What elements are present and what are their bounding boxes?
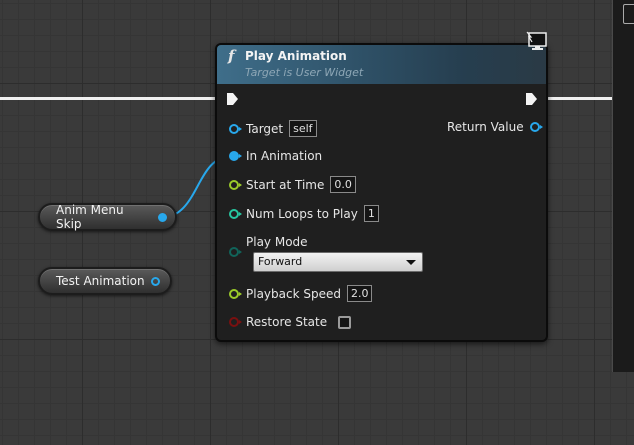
input-play-mode[interactable] xyxy=(229,247,246,257)
start-at-time-field[interactable]: 0.0 xyxy=(330,176,356,193)
playback-speed-pin-icon[interactable] xyxy=(229,288,242,299)
target-pin-icon[interactable] xyxy=(229,123,242,134)
in-animation-pin-icon[interactable] xyxy=(229,151,242,161)
details-panel-edge xyxy=(612,0,634,372)
exec-out-pin-icon[interactable] xyxy=(526,93,537,105)
target-value: self xyxy=(289,120,317,137)
input-restore-state[interactable]: Restore State xyxy=(229,315,352,329)
num-loops-label: Num Loops to Play xyxy=(246,206,358,221)
exec-in-pin-icon[interactable] xyxy=(227,93,238,105)
num-loops-field[interactable]: 1 xyxy=(363,205,379,222)
node-title: Play Animation xyxy=(245,49,347,63)
input-num-loops[interactable]: Num Loops to Play 1 xyxy=(229,205,379,222)
playback-speed-field[interactable]: 2.0 xyxy=(346,285,373,302)
return-value-label: Return Value xyxy=(447,120,524,134)
play-mode-pin-icon[interactable] xyxy=(229,247,242,257)
node-header[interactable]: f Play Animation Target is User Widget xyxy=(217,31,547,84)
variable-node-test-animation[interactable]: Test Animation xyxy=(38,267,172,295)
restore-state-checkbox[interactable] xyxy=(338,315,352,329)
input-target[interactable]: Target self xyxy=(229,120,317,137)
play-mode-label: Play Mode xyxy=(246,235,308,249)
variable-label: Anim Menu Skip xyxy=(56,203,124,231)
dropdown-caret-icon xyxy=(406,260,416,265)
return-value-pin-icon[interactable] xyxy=(529,122,543,132)
panel-icon xyxy=(623,4,634,24)
variable-label: Test Animation xyxy=(56,274,145,288)
restore-state-label: Restore State xyxy=(246,315,328,329)
input-in-animation[interactable]: In Animation xyxy=(229,149,322,163)
target-label: Target xyxy=(246,121,284,136)
function-icon: f xyxy=(228,47,235,65)
restore-state-pin-icon[interactable] xyxy=(229,317,242,327)
output-pin-icon[interactable] xyxy=(150,276,160,286)
monitor-icon xyxy=(526,31,547,50)
playback-speed-label: Playback Speed xyxy=(246,286,341,301)
node-subtitle: Target is User Widget xyxy=(245,66,364,79)
start-at-time-pin-icon[interactable] xyxy=(229,179,242,190)
input-playback-speed[interactable]: Playback Speed 2.0 xyxy=(229,285,373,302)
output-pin-icon[interactable] xyxy=(158,212,167,222)
play-mode-label-row: Play Mode xyxy=(246,235,308,249)
play-mode-dropdown[interactable]: Forward xyxy=(253,252,423,272)
num-loops-pin-icon[interactable] xyxy=(229,208,242,219)
in-animation-label: In Animation xyxy=(246,149,323,163)
input-start-at-time[interactable]: Start at Time 0.0 xyxy=(229,176,356,193)
play-mode-selected: Forward xyxy=(258,255,303,268)
play-animation-node[interactable]: f Play Animation Target is User Widget T… xyxy=(215,31,548,342)
variable-node-anim-menu-skip[interactable]: Anim Menu Skip xyxy=(38,203,177,231)
graph-canvas[interactable]: Anim Menu Skip Test Animation f Play Ani… xyxy=(0,0,634,445)
start-at-time-label: Start at Time xyxy=(246,177,325,192)
output-return-value[interactable]: Return Value xyxy=(447,120,543,134)
